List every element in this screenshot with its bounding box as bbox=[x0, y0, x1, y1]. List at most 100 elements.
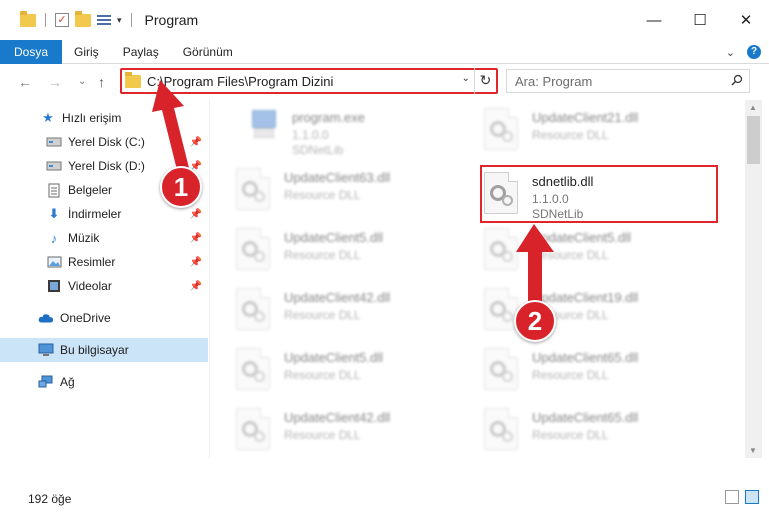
sidebar-item-network[interactable]: Ağ bbox=[0, 370, 208, 394]
file-description: Resource DLL bbox=[284, 368, 361, 382]
dll-icon bbox=[484, 408, 518, 450]
sidebar-item-label: Müzik bbox=[68, 231, 100, 245]
network-icon bbox=[38, 374, 54, 390]
sidebar-item-label: İndirmeler bbox=[68, 207, 122, 221]
file-item[interactable]: UpdateClient5.dll Resource DLL bbox=[212, 342, 452, 394]
up-button[interactable]: ↑ bbox=[98, 74, 105, 90]
music-icon: ♪ bbox=[50, 230, 58, 246]
sidebar-item-music[interactable]: ♪ Müzik 📌 bbox=[0, 226, 208, 250]
window-title: Program bbox=[144, 12, 199, 28]
annotation-badge-1: 1 bbox=[160, 166, 202, 208]
pin-icon[interactable]: 📌 bbox=[190, 233, 202, 244]
file-name: UpdateClient65.dll bbox=[532, 350, 639, 365]
file-company: SDNetLib bbox=[292, 143, 344, 157]
close-button[interactable]: ✕ bbox=[723, 0, 769, 40]
sidebar-item-videos[interactable]: Videolar 📌 bbox=[0, 274, 208, 298]
title-bar: ✓ ▾ Program — ☐ ✕ bbox=[0, 0, 769, 40]
new-folder-icon[interactable] bbox=[75, 10, 91, 27]
pin-icon[interactable]: 📌 bbox=[190, 257, 202, 268]
folder-icon[interactable] bbox=[20, 10, 36, 27]
recent-locations-dropdown[interactable]: ⌄ bbox=[78, 76, 86, 87]
disk-icon bbox=[46, 158, 62, 174]
file-name: UpdateClient63.dll bbox=[284, 170, 391, 185]
file-description: Resource DLL bbox=[532, 368, 609, 382]
file-name: UpdateClient42.dll bbox=[284, 410, 391, 425]
pin-icon[interactable]: 📌 bbox=[190, 281, 202, 292]
star-icon: ★ bbox=[42, 110, 54, 125]
file-name: UpdateClient21.dll bbox=[532, 110, 639, 125]
file-description: Resource DLL bbox=[532, 128, 609, 142]
dll-icon bbox=[236, 228, 270, 270]
window-controls: — ☐ ✕ bbox=[631, 0, 769, 40]
file-item[interactable]: UpdateClient63.dll Resource DLL bbox=[212, 162, 452, 214]
file-version: 1.1.0.0 bbox=[292, 128, 329, 142]
tab-view[interactable]: Görünüm bbox=[171, 40, 245, 64]
forward-button[interactable]: → bbox=[48, 74, 62, 90]
tiles-view-icon[interactable] bbox=[745, 490, 759, 504]
address-dropdown-icon[interactable]: ⌄ bbox=[462, 73, 470, 84]
file-item[interactable]: UpdateClient5.dll Resource DLL bbox=[212, 222, 452, 274]
folder-icon bbox=[125, 71, 141, 88]
file-item[interactable]: UpdateClient21.dll Resource DLL bbox=[460, 102, 700, 154]
file-item[interactable]: UpdateClient19.dll Resource DLL bbox=[460, 282, 700, 334]
dll-icon bbox=[236, 288, 270, 330]
file-name: UpdateClient42.dll bbox=[284, 290, 391, 305]
sidebar-item-label: Yerel Disk (C:) bbox=[68, 135, 145, 149]
expand-ribbon-icon[interactable]: ⌄ bbox=[726, 46, 735, 59]
dll-icon bbox=[236, 348, 270, 390]
properties-icon[interactable] bbox=[97, 13, 111, 27]
dll-icon bbox=[236, 408, 270, 450]
window-bottom-edge bbox=[0, 510, 769, 524]
customize-toolbar-dropdown-icon[interactable]: ▾ bbox=[117, 15, 122, 26]
scroll-up-icon[interactable]: ▲ bbox=[749, 103, 757, 112]
ribbon-tabs: Dosya Giriş Paylaş Görünüm ⌄ ? bbox=[0, 39, 769, 64]
file-item[interactable]: UpdateClient5.dll Resource DLL bbox=[460, 222, 700, 274]
file-item-program-exe[interactable]: program.exe 1.1.0.0 SDNetLib bbox=[220, 102, 460, 157]
file-item[interactable]: UpdateClient65.dll Resource DLL bbox=[460, 402, 700, 454]
sidebar-item-this-pc[interactable]: Bu bilgisayar bbox=[0, 338, 208, 362]
sidebar-item-label: Yerel Disk (D:) bbox=[68, 159, 145, 173]
cloud-icon bbox=[38, 310, 54, 326]
sidebar-item-label: Videolar bbox=[68, 279, 112, 293]
search-box[interactable]: Ara: Program bbox=[506, 69, 750, 93]
tab-home[interactable]: Giriş bbox=[62, 40, 111, 64]
help-icon[interactable]: ? bbox=[747, 45, 761, 59]
annotation-badge-2: 2 bbox=[514, 300, 556, 342]
sidebar-item-label: Bu bilgisayar bbox=[60, 343, 129, 357]
pictures-icon bbox=[46, 254, 62, 270]
file-name: program.exe bbox=[292, 110, 365, 125]
toolbar-divider bbox=[130, 13, 132, 27]
sidebar-item-pictures[interactable]: Resimler 📌 bbox=[0, 250, 208, 274]
scroll-thumb[interactable] bbox=[747, 116, 760, 164]
pin-icon[interactable]: 📌 bbox=[190, 209, 202, 220]
vertical-scrollbar[interactable]: ▲ ▼ bbox=[745, 100, 762, 458]
file-description: Resource DLL bbox=[284, 248, 361, 262]
search-icon bbox=[731, 74, 743, 86]
file-item[interactable]: UpdateClient42.dll Resource DLL bbox=[212, 282, 452, 334]
scroll-down-icon[interactable]: ▼ bbox=[749, 446, 757, 455]
minimize-button[interactable]: — bbox=[631, 0, 677, 40]
search-placeholder: Ara: Program bbox=[515, 74, 593, 89]
video-icon bbox=[46, 278, 62, 294]
refresh-button[interactable]: ↻ bbox=[474, 68, 496, 94]
tab-file[interactable]: Dosya bbox=[0, 39, 63, 64]
file-description: Resource DLL bbox=[284, 428, 361, 442]
file-name: UpdateClient5.dll bbox=[284, 230, 384, 245]
file-name: UpdateClient65.dll bbox=[532, 410, 639, 425]
maximize-button[interactable]: ☐ bbox=[677, 0, 723, 40]
dll-icon bbox=[484, 108, 518, 150]
file-item[interactable]: UpdateClient42.dll Resource DLL bbox=[212, 402, 452, 454]
file-name: UpdateClient5.dll bbox=[284, 350, 384, 365]
toolbar-divider bbox=[45, 13, 46, 27]
download-icon: ⬇ bbox=[48, 206, 60, 221]
computer-icon bbox=[38, 342, 54, 358]
back-button[interactable]: ← bbox=[18, 74, 32, 90]
properties-check-icon[interactable]: ✓ bbox=[55, 13, 69, 27]
file-item[interactable]: UpdateClient65.dll Resource DLL bbox=[460, 342, 700, 394]
sidebar-item-onedrive[interactable]: OneDrive bbox=[0, 306, 208, 330]
file-description: Resource DLL bbox=[284, 308, 361, 322]
tab-share[interactable]: Paylaş bbox=[111, 40, 171, 64]
disk-icon bbox=[46, 134, 62, 150]
exe-icon bbox=[250, 110, 278, 140]
details-view-icon[interactable] bbox=[725, 490, 739, 504]
